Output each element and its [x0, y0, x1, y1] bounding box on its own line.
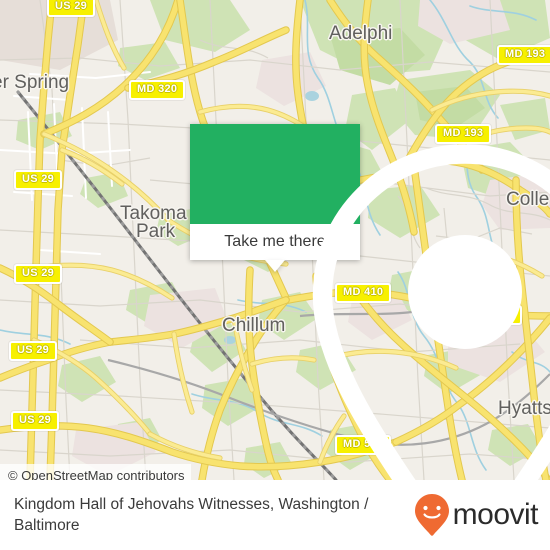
shield-label: US 29	[22, 267, 55, 279]
moovit-brand[interactable]: moovit	[414, 493, 550, 537]
map-attribution[interactable]: © OpenStreetMap contributors	[0, 464, 191, 480]
place-title: Kingdom Hall of Jehovahs Witnesses, Wash…	[14, 496, 369, 534]
road-shield-us-29-left-mid: US 29	[14, 264, 63, 284]
place-label-silver-spring: er Spring	[0, 72, 70, 93]
road-shield-us-29-left-bottom: US 29	[11, 411, 60, 431]
shield-label: US 29	[55, 0, 88, 12]
shield-label: MD 193	[505, 48, 546, 60]
location-popup-card[interactable]: Take me there	[190, 124, 550, 480]
map-pin-icon	[312, 144, 550, 480]
shield-label: MD 320	[137, 83, 178, 95]
popup-header	[190, 124, 550, 480]
shield-label: US 29	[19, 414, 52, 426]
road-shield-us-29-left-upper: US 29	[14, 170, 63, 190]
map-screenshot: .g{fill:#cfe3b5} .gd{fill:#c3dca4} .res{…	[0, 0, 550, 550]
map-canvas[interactable]: .g{fill:#cfe3b5} .gd{fill:#c3dca4} .res{…	[0, 0, 550, 480]
footer-bar: Kingdom Hall of Jehovahs Witnesses, Wash…	[0, 480, 550, 550]
place-label-adelphi: Adelphi	[329, 23, 393, 44]
road-shield-md-320: MD 320	[129, 80, 186, 100]
road-shield-us-29-top: US 29	[47, 0, 96, 17]
shield-label: US 29	[17, 344, 50, 356]
moovit-pin-smiley-icon	[414, 494, 449, 536]
road-shield-us-29-left-lower: US 29	[9, 341, 58, 361]
moovit-wordmark: moovit	[452, 498, 539, 531]
road-shield-md-193-top-right: MD 193	[497, 45, 550, 65]
place-label-park: Park	[136, 221, 176, 242]
shield-label: US 29	[22, 173, 55, 185]
popup-pointer	[265, 260, 285, 272]
